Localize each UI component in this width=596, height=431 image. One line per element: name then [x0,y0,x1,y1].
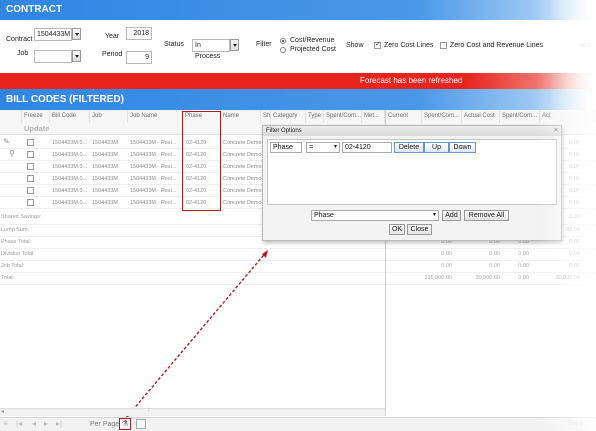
add-button[interactable]: Add [442,210,461,221]
per-page-label: Per Page [90,421,120,428]
scroll-left-icon[interactable]: ◂ [1,408,4,415]
scroll-thumb-icon[interactable]: ⁞ [148,408,150,414]
pager-footer: ≡ |◂ ◂ ▸ ▸| Per Page ⚗ The v [0,417,596,431]
chevron-down-icon: ▾ [432,212,436,218]
refresh-icon[interactable]: ≡ [3,419,8,428]
dialog-title: Filter Options [266,128,302,134]
filter-icon[interactable]: ⚗ [119,418,131,430]
filter-operator-value: = [309,144,314,151]
close-button[interactable]: Close [407,224,432,235]
footer-right-text: The v [568,421,584,427]
last-page-icon[interactable]: ▸| [56,419,62,428]
filter-criteria-list: Phase = ▾ 02-4120 Delete Up Down [267,139,557,205]
chevron-down-icon: ▾ [333,144,337,150]
filter-value-input[interactable]: 02-4120 [342,142,392,153]
first-page-icon[interactable]: |◂ [16,419,22,428]
annotation-arrow-line [125,249,269,419]
horizontal-scrollbar[interactable]: ◂ ⁞ [0,408,385,416]
remove-all-button[interactable]: Remove All [464,210,509,221]
columns-icon[interactable] [136,419,146,429]
filter-operator-select[interactable]: = ▾ [306,142,340,153]
filter-field-input[interactable]: Phase [270,142,302,153]
up-button[interactable]: Up [424,142,449,153]
add-field-value: Phase [314,212,334,219]
previous-page-icon[interactable]: ◂ [32,419,36,428]
dialog-title-bar[interactable]: Filter Options × [263,126,561,136]
filter-options-dialog: Filter Options × Phase = ▾ 02-4120 Delet… [262,125,562,241]
down-button[interactable]: Down [449,142,476,153]
close-icon[interactable]: × [554,127,558,134]
next-page-icon[interactable]: ▸ [44,419,48,428]
add-field-select[interactable]: Phase ▾ [311,210,439,221]
delete-button[interactable]: Delete [394,142,424,153]
ok-button[interactable]: OK [389,224,405,235]
